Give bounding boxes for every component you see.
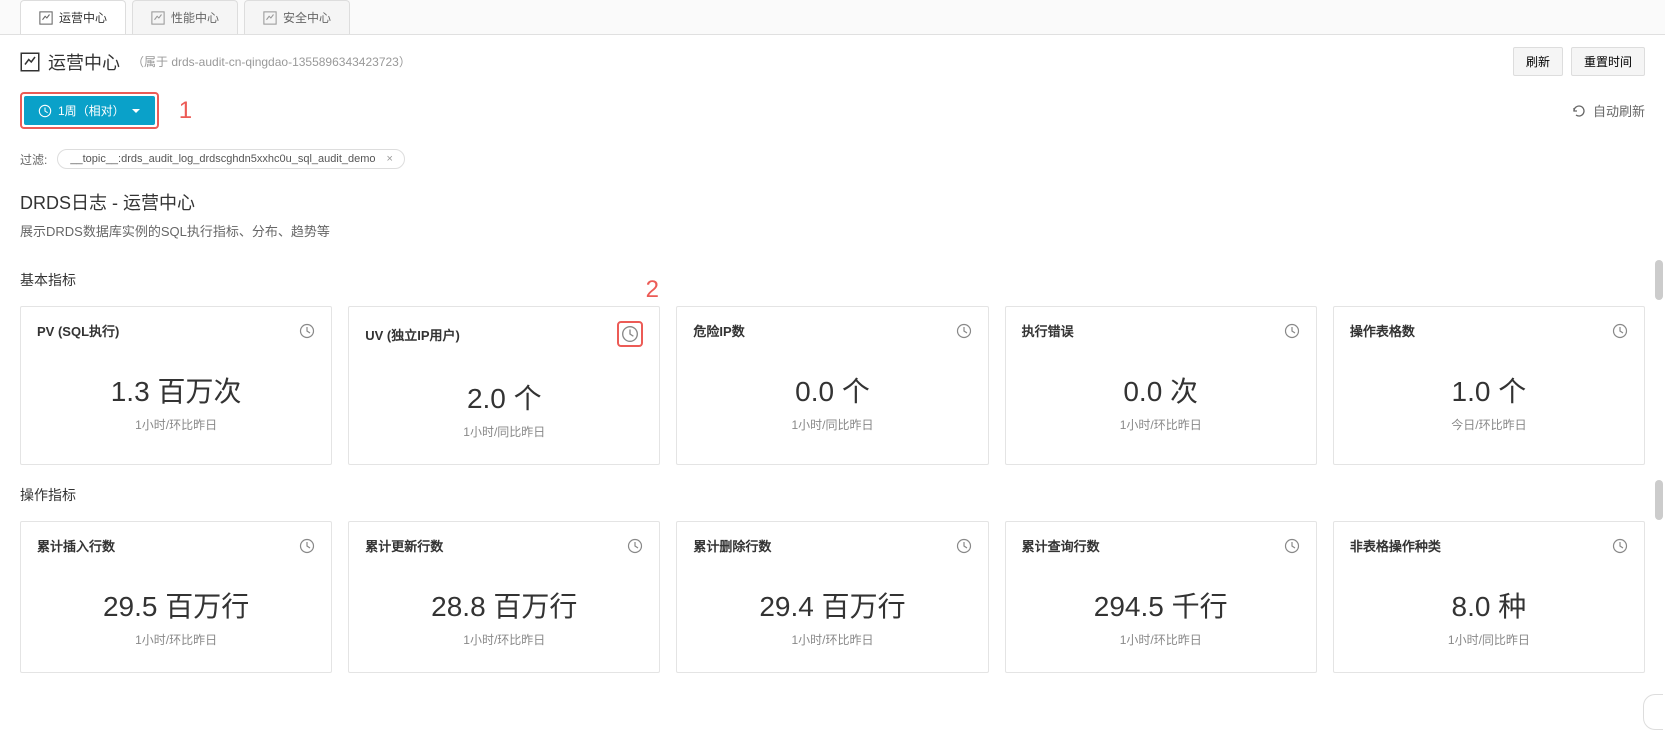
- toolbar: 1周（相对） 1 自动刷新: [0, 88, 1665, 141]
- basic-metrics-row: 2 PV (SQL执行) 1.3 百万次 1小时/环比昨日 UV (独立IP用户…: [20, 306, 1645, 465]
- annotation-1: 1: [179, 97, 192, 125]
- filter-chip[interactable]: __topic__:drds_audit_log_drdscghdn5xxhc0…: [57, 149, 405, 169]
- filter-chip-text: __topic__:drds_audit_log_drdscghdn5xxhc0…: [70, 153, 375, 165]
- metric-sub: 1小时/环比昨日: [693, 631, 971, 648]
- metric-title: 累计查询行数: [1022, 536, 1100, 555]
- clock-icon[interactable]: [956, 323, 972, 339]
- clock-icon[interactable]: [1612, 538, 1628, 554]
- metric-sub: 1小时/环比昨日: [1022, 631, 1300, 648]
- metric-title: 累计插入行数: [37, 536, 115, 555]
- time-picker-highlight: 1周（相对）: [20, 92, 159, 129]
- clock-icon[interactable]: [627, 538, 643, 554]
- filter-row: 过滤: __topic__:drds_audit_log_drdscghdn5x…: [0, 141, 1665, 177]
- refresh-button[interactable]: 刷新: [1513, 47, 1563, 76]
- metric-title: 执行错误: [1022, 321, 1074, 340]
- metric-title: PV (SQL执行): [37, 321, 119, 340]
- metric-card: 非表格操作种类 8.0 种 1小时/同比昨日: [1333, 521, 1645, 673]
- metric-card: 累计更新行数 28.8 百万行 1小时/环比昨日: [348, 521, 660, 673]
- chart-icon: [151, 11, 165, 25]
- filter-label: 过滤:: [20, 151, 47, 168]
- chevron-down-icon: [131, 106, 141, 116]
- metric-title: 危险IP数: [693, 321, 744, 340]
- time-picker[interactable]: 1周（相对）: [24, 96, 155, 125]
- metric-title: 累计删除行数: [693, 536, 771, 555]
- section-ops-title: 操作指标: [20, 485, 1645, 505]
- metric-value: 1.3 百万次: [37, 370, 315, 410]
- scrollbar-thumb[interactable]: [1655, 260, 1663, 300]
- metric-sub: 1小时/同比昨日: [365, 423, 643, 440]
- section-basic-title: 基本指标: [20, 270, 1645, 290]
- metric-value: 2.0 个: [365, 377, 643, 417]
- metric-sub: 1小时/环比昨日: [37, 416, 315, 433]
- metric-card: UV (独立IP用户) 2.0 个 1小时/同比昨日: [348, 306, 660, 465]
- dashboard-desc: 展示DRDS数据库实例的SQL执行指标、分布、趋势等: [20, 221, 1645, 240]
- metric-title: UV (独立IP用户): [365, 325, 460, 344]
- close-icon[interactable]: ×: [384, 153, 396, 165]
- metric-title: 非表格操作种类: [1350, 536, 1441, 555]
- metric-value: 29.4 百万行: [693, 585, 971, 625]
- tab-label: 运营中心: [59, 9, 107, 26]
- tabs-bar: 运营中心 性能中心 安全中心: [0, 0, 1665, 35]
- tab-label: 性能中心: [171, 9, 219, 26]
- clock-icon[interactable]: [617, 321, 643, 347]
- metric-value: 29.5 百万行: [37, 585, 315, 625]
- metric-card: 执行错误 0.0 次 1小时/环比昨日: [1005, 306, 1317, 465]
- clock-icon[interactable]: [299, 323, 315, 339]
- header-bar: 运营中心 （属于 drds-audit-cn-qingdao-135589634…: [0, 35, 1665, 88]
- metric-sub: 今日/环比昨日: [1350, 416, 1628, 433]
- metric-card: 危险IP数 0.0 个 1小时/同比昨日: [676, 306, 988, 465]
- metric-sub: 1小时/环比昨日: [365, 631, 643, 648]
- tab-label: 安全中心: [283, 9, 331, 26]
- reset-time-button[interactable]: 重置时间: [1571, 47, 1645, 76]
- metric-card: 操作表格数 1.0 个 今日/环比昨日: [1333, 306, 1645, 465]
- metric-sub: 1小时/同比昨日: [693, 416, 971, 433]
- ops-metrics-row: 累计插入行数 29.5 百万行 1小时/环比昨日 累计更新行数 28.8 百万行…: [20, 521, 1645, 673]
- clock-icon[interactable]: [299, 538, 315, 554]
- tab-perf-center[interactable]: 性能中心: [132, 0, 238, 34]
- metric-value: 28.8 百万行: [365, 585, 643, 625]
- dashboard-content: DRDS日志 - 运营中心 展示DRDS数据库实例的SQL执行指标、分布、趋势等…: [0, 177, 1665, 703]
- tab-security-center[interactable]: 安全中心: [244, 0, 350, 34]
- auto-refresh-toggle[interactable]: 自动刷新: [1571, 101, 1645, 120]
- refresh-icon: [1571, 103, 1587, 119]
- scrollbar-thumb[interactable]: [1655, 480, 1663, 520]
- clock-icon[interactable]: [956, 538, 972, 554]
- metric-card: 累计删除行数 29.4 百万行 1小时/环比昨日: [676, 521, 988, 673]
- metric-title: 累计更新行数: [365, 536, 443, 555]
- metric-card: 累计查询行数 294.5 千行 1小时/环比昨日: [1005, 521, 1317, 673]
- metric-sub: 1小时/同比昨日: [1350, 631, 1628, 648]
- chart-icon: [20, 52, 40, 72]
- metric-value: 294.5 千行: [1022, 585, 1300, 625]
- annotation-2: 2: [646, 276, 659, 304]
- clock-icon[interactable]: [1284, 323, 1300, 339]
- metric-card: PV (SQL执行) 1.3 百万次 1小时/环比昨日: [20, 306, 332, 465]
- metric-sub: 1小时/环比昨日: [37, 631, 315, 648]
- metric-title: 操作表格数: [1350, 321, 1415, 340]
- metric-value: 1.0 个: [1350, 370, 1628, 410]
- metric-value: 8.0 种: [1350, 585, 1628, 625]
- metric-value: 0.0 次: [1022, 370, 1300, 410]
- chart-icon: [263, 11, 277, 25]
- clock-icon: [38, 104, 52, 118]
- side-bubble[interactable]: [1643, 694, 1663, 730]
- metric-card: 累计插入行数 29.5 百万行 1小时/环比昨日: [20, 521, 332, 673]
- clock-icon[interactable]: [1284, 538, 1300, 554]
- chart-icon: [39, 11, 53, 25]
- metric-value: 0.0 个: [693, 370, 971, 410]
- metric-sub: 1小时/环比昨日: [1022, 416, 1300, 433]
- header-subtitle: （属于 drds-audit-cn-qingdao-13558963434237…: [132, 53, 411, 70]
- tab-ops-center[interactable]: 运营中心: [20, 0, 126, 34]
- page-title: 运营中心: [20, 49, 120, 75]
- clock-icon[interactable]: [1612, 323, 1628, 339]
- dashboard-title: DRDS日志 - 运营中心: [20, 189, 1645, 215]
